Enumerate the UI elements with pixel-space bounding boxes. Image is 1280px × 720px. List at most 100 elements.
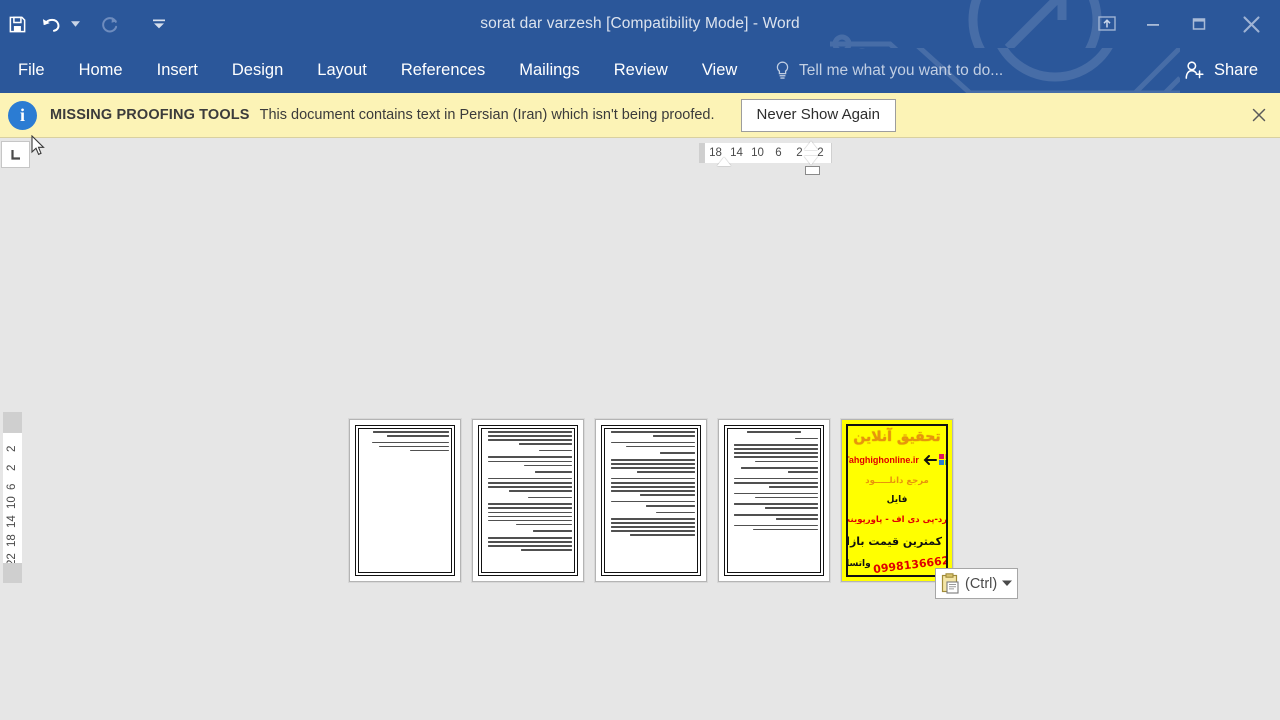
text-line [520, 549, 572, 551]
vertical-ruler-margin-top [3, 412, 22, 434]
vruler-mark: 14 [6, 515, 18, 528]
tab-home[interactable]: Home [79, 48, 123, 93]
document-page[interactable] [718, 419, 830, 582]
text-line [752, 528, 818, 531]
word-application-window: sorat dar varzesh [Compatibility Mode] -… [0, 0, 1280, 720]
ribbon-tab-bar: File Home Insert Design Layout Reference… [0, 48, 1280, 93]
first-line-indent-marker[interactable] [717, 157, 731, 166]
text-line [538, 449, 572, 452]
notification-title: MISSING PROOFING TOOLS [50, 107, 250, 123]
text-line [746, 431, 802, 433]
paragraph [730, 437, 818, 440]
ad-phone-label: واتساپ [846, 559, 871, 570]
text-line [487, 439, 572, 441]
paragraph [607, 500, 695, 507]
paragraph [361, 441, 449, 452]
text-line [487, 456, 572, 459]
document-page[interactable] [595, 419, 707, 582]
page-content [484, 431, 572, 570]
text-line [610, 486, 695, 488]
text-line [378, 445, 449, 448]
text-line [733, 524, 818, 527]
text-line [610, 522, 695, 524]
tell-me-search[interactable]: Tell me what you want to do... [775, 48, 1003, 93]
text-line [508, 490, 572, 492]
text-line [610, 477, 695, 480]
document-page-advertisement[interactable]: تحقیق آنلاین Tahghighonline.ir مرجع دانل… [841, 419, 953, 582]
paragraph [730, 431, 818, 433]
text-line [733, 456, 818, 459]
tab-view[interactable]: View [702, 48, 737, 93]
text-line [733, 514, 818, 516]
paste-options-caret[interactable] [1001, 578, 1012, 589]
paragraph [484, 471, 572, 473]
tab-review[interactable]: Review [614, 48, 668, 93]
text-line [754, 460, 818, 463]
page-content [361, 431, 449, 570]
title-bar: sorat dar varzesh [Compatibility Mode] -… [0, 0, 1280, 48]
paragraph [484, 477, 572, 492]
text-line [610, 500, 695, 503]
paragraph [730, 477, 818, 488]
text-line [733, 452, 818, 454]
tab-layout[interactable]: Layout [317, 48, 367, 93]
text-line [487, 511, 572, 514]
window-controls [1084, 0, 1280, 48]
ad-line-1: مرجع دانلـــــود [865, 475, 929, 486]
share-button[interactable]: Share [1180, 48, 1262, 93]
text-line [487, 435, 572, 437]
tab-stop-selector[interactable] [1, 141, 30, 168]
text-line [656, 511, 695, 514]
tab-design[interactable]: Design [232, 48, 283, 93]
text-line [487, 460, 572, 463]
redo-button[interactable] [92, 9, 126, 39]
text-line [795, 437, 818, 440]
tab-references[interactable]: References [401, 48, 485, 93]
tab-file[interactable]: File [18, 48, 45, 93]
minimize-button[interactable] [1130, 0, 1176, 48]
chevron-down-icon [153, 19, 165, 29]
left-tab-stop-icon [10, 149, 20, 160]
ribbon-tabs: File Home Insert Design Layout Reference… [18, 48, 737, 93]
undo-icon [42, 18, 59, 32]
close-button[interactable] [1222, 0, 1280, 48]
text-line [610, 431, 695, 433]
document-page-thumbnails: تحقیق آنلاین Tahghighonline.ir مرجع دانل… [349, 419, 953, 582]
hruler-mark: 10 [751, 147, 764, 159]
text-line [733, 448, 818, 450]
customize-qat-button[interactable] [152, 9, 166, 39]
clipboard-icon [941, 573, 959, 594]
text-line [487, 515, 572, 518]
undo-button[interactable] [34, 9, 68, 39]
ribbon-display-options-button[interactable] [1084, 0, 1130, 48]
paragraph [484, 449, 572, 452]
text-line [487, 481, 572, 484]
paragraph [607, 452, 695, 454]
save-icon [9, 16, 25, 32]
tab-mailings[interactable]: Mailings [519, 48, 580, 93]
text-line [788, 471, 818, 473]
document-title-text: sorat dar varzesh [Compatibility Mode] -… [480, 15, 800, 32]
left-indent-box-marker[interactable] [805, 166, 820, 175]
restore-button[interactable] [1176, 0, 1222, 48]
document-page[interactable] [349, 419, 461, 582]
info-icon: i [8, 100, 37, 130]
paste-options-button[interactable]: (Ctrl) [935, 568, 1019, 599]
document-page[interactable] [472, 419, 584, 582]
left-indent-marker[interactable] [804, 156, 818, 165]
vruler-mark: 6 [6, 483, 18, 490]
tell-me-placeholder: Tell me what you want to do... [799, 61, 1004, 79]
vertical-ruler[interactable]: 2 2 6 10 14 18 22 [3, 432, 22, 569]
save-button[interactable] [0, 9, 34, 39]
undo-dropdown-button[interactable] [68, 9, 82, 39]
text-line [523, 464, 572, 467]
ad-line-2: فایل [886, 495, 908, 506]
text-line [733, 503, 818, 505]
vruler-mark: 18 [6, 534, 18, 547]
tab-insert[interactable]: Insert [157, 48, 198, 93]
quick-access-toolbar [0, 0, 166, 48]
notification-close-button[interactable] [1248, 104, 1270, 126]
ad-phone-row: 09981366624 واتساپ [846, 553, 946, 575]
hanging-indent-marker[interactable] [804, 141, 818, 150]
never-show-again-button[interactable]: Never Show Again [740, 98, 896, 132]
